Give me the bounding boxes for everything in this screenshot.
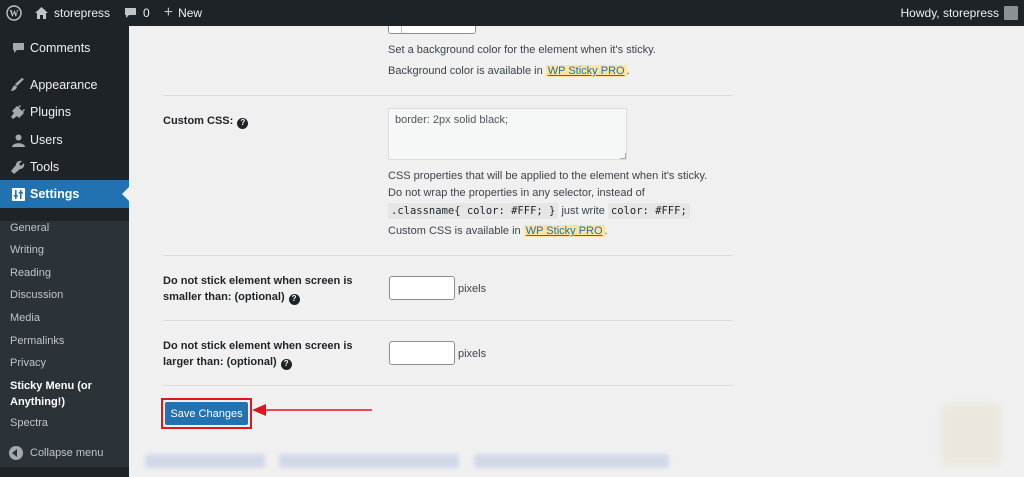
wp-sticky-pro-link[interactable]: WP Sticky PRO: [523, 225, 605, 237]
sidebar-item-appearance[interactable]: Appearance: [0, 71, 129, 99]
sidebar-item-tools[interactable]: Tools: [0, 153, 129, 181]
collapse-menu-button[interactable]: Collapse menu: [0, 441, 129, 465]
callout-arrow-icon: [252, 404, 372, 416]
plug-icon: [8, 105, 28, 119]
submenu-item-writing[interactable]: Writing: [10, 242, 120, 258]
brush-icon: [8, 78, 28, 92]
comment-bubble-icon: [125, 8, 137, 18]
sidebar-item-label: Appearance: [30, 78, 98, 92]
help-icon[interactable]: ?: [280, 358, 292, 370]
max-width-label: Do not stick element when screen is larg…: [163, 340, 353, 370]
divider: [163, 385, 733, 386]
divider: [163, 95, 733, 96]
submenu-item-discussion[interactable]: Discussion: [10, 287, 120, 303]
wrench-icon: [8, 160, 28, 174]
css-example: .classname{ color: #FFF; } just write co…: [388, 203, 690, 219]
submenu-item-sticky-menu[interactable]: Sticky Menu (or Anything!): [10, 378, 120, 410]
css-description-2: Do not wrap the properties in any select…: [388, 187, 645, 199]
sidebar-item-plugins[interactable]: Plugins: [0, 98, 129, 126]
footer-blur: [474, 454, 669, 468]
max-width-unit: pixels: [458, 348, 487, 360]
submenu-item-media[interactable]: Media: [10, 310, 120, 326]
custom-css-textarea[interactable]: border: 2px solid black;: [388, 108, 627, 160]
submenu-item-privacy[interactable]: Privacy: [10, 355, 120, 371]
sidebar-item-settings[interactable]: Settings: [0, 180, 129, 208]
settings-content: Set a background color for the element w…: [129, 26, 1024, 477]
wordpress-logo-icon[interactable]: W: [0, 0, 28, 26]
submenu-item-reading[interactable]: Reading: [10, 265, 120, 281]
account-menu[interactable]: Howdy, storepress: [894, 0, 1024, 26]
submenu-item-spectra[interactable]: Spectra: [10, 415, 120, 431]
sidebar-item-label: Plugins: [30, 105, 71, 119]
watermark-logo: [941, 404, 1001, 466]
resize-grip-icon[interactable]: [620, 153, 626, 159]
submenu-item-general[interactable]: General: [10, 220, 120, 236]
new-label: New: [178, 6, 203, 20]
plus-icon: +: [163, 4, 174, 21]
css-description-1: CSS properties that will be applied to t…: [388, 170, 708, 182]
site-name-link[interactable]: storepress: [28, 0, 117, 26]
min-width-label: Do not stick element when screen is smal…: [163, 275, 353, 305]
comment-icon: [8, 42, 28, 54]
sidebar-item-label: Tools: [30, 160, 60, 174]
background-color-input[interactable]: [388, 26, 476, 34]
min-width-unit: pixels: [458, 283, 487, 295]
new-content-link[interactable]: + New: [157, 0, 209, 26]
svg-text:W: W: [10, 9, 19, 19]
admin-sidebar: Comments Appearance Plugins Users Tools …: [0, 26, 129, 477]
custom-css-pro-note: Custom CSS is available in WP Sticky PRO…: [388, 225, 608, 237]
custom-css-label: Custom CSS:?: [163, 113, 249, 129]
home-icon: [35, 7, 48, 19]
footer-blur: [279, 454, 459, 468]
collapse-arrow-icon: [9, 446, 23, 460]
max-width-input[interactable]: [389, 341, 455, 365]
background-color-pro-note: Background color is available in WP Stic…: [388, 65, 630, 77]
submenu-item-permalinks[interactable]: Permalinks: [10, 333, 120, 349]
divider: [163, 320, 733, 321]
collapse-menu-label: Collapse menu: [30, 447, 104, 459]
howdy-text: Howdy, storepress: [900, 6, 999, 20]
settings-icon: [8, 187, 28, 201]
sidebar-item-users[interactable]: Users: [0, 126, 129, 154]
save-highlight-box: Save Changes: [161, 398, 252, 429]
save-changes-button[interactable]: Save Changes: [165, 402, 248, 425]
user-icon: [8, 134, 28, 147]
site-name: storepress: [54, 6, 111, 20]
sidebar-item-label: Comments: [30, 41, 91, 55]
settings-submenu: General Writing Reading Discussion Media…: [0, 221, 129, 467]
help-icon[interactable]: ?: [237, 117, 249, 129]
css-code-example-1: .classname{ color: #FFF; }: [388, 203, 559, 219]
bg-pro-prefix: Background color is available in: [388, 65, 543, 77]
comments-link[interactable]: 0: [117, 0, 157, 26]
sidebar-item-comments[interactable]: Comments: [0, 34, 129, 62]
wp-sticky-pro-link[interactable]: WP Sticky PRO: [545, 65, 627, 77]
sidebar-item-label: Settings: [30, 187, 80, 201]
divider: [163, 255, 733, 256]
background-color-description: Set a background color for the element w…: [388, 44, 656, 56]
admin-bar: W storepress 0 + New Howdy, storepress: [0, 0, 1024, 26]
avatar: [1004, 6, 1018, 20]
min-width-input[interactable]: [389, 276, 455, 300]
comments-count: 0: [143, 6, 150, 20]
sidebar-item-label: Users: [30, 133, 63, 147]
help-icon[interactable]: ?: [288, 293, 300, 305]
footer-blur: [145, 454, 265, 468]
css-code-example-2: color: #FFF;: [607, 203, 690, 219]
